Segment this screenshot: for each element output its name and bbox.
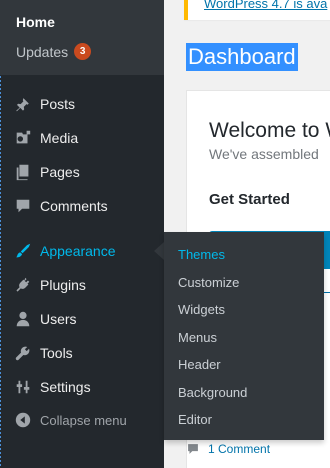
collapse-menu-button[interactable]: Collapse menu	[0, 403, 164, 437]
sidebar-item-label: Media	[40, 130, 79, 146]
updates-count-badge: 3	[74, 43, 92, 60]
submenu-updates-link[interactable]: Updates 3	[16, 43, 92, 60]
sidebar-item-pages[interactable]: Pages	[0, 155, 164, 189]
sidebar-item-label: Posts	[40, 96, 76, 112]
sidebar-item-label: Settings	[40, 379, 91, 395]
submenu-home-link[interactable]: Home	[16, 14, 55, 30]
activity-comment-link[interactable]: 1 Comment	[186, 442, 270, 456]
flyout-item-background[interactable]: Background	[178, 385, 247, 400]
sidebar-item-label: Pages	[40, 164, 80, 180]
flyout-item-themes[interactable]: Themes	[178, 247, 225, 262]
collapse-menu-label: Collapse menu	[40, 412, 127, 428]
paintbrush-icon	[12, 241, 34, 261]
sidebar-item-appearance[interactable]: Appearance	[0, 234, 164, 268]
sidebar-item-tools[interactable]: Tools	[0, 336, 164, 370]
update-notice: WordPress 4.7 is ava	[184, 0, 330, 20]
welcome-subtext: We've assembled	[209, 146, 319, 162]
sidebar-item-label: Appearance	[40, 243, 116, 259]
sidebar-item-media[interactable]: Media	[0, 121, 164, 155]
page-title: Dashboard	[186, 43, 298, 71]
collapse-arrow-icon	[12, 410, 34, 430]
flyout-item-widgets[interactable]: Widgets	[178, 302, 225, 317]
dashboard-submenu: Home Updates 3	[0, 0, 164, 75]
sidebar-item-label: Plugins	[40, 277, 86, 293]
updates-label: Updates	[16, 43, 69, 60]
update-notice-link[interactable]: WordPress 4.7 is ava	[204, 0, 327, 11]
sidebar-item-label: Tools	[40, 345, 73, 361]
sliders-icon	[12, 377, 34, 397]
get-started-heading: Get Started	[209, 191, 290, 208]
admin-sidebar: Home Updates 3 Posts Media Pages Comment…	[0, 0, 164, 468]
speech-bubble-icon	[12, 196, 34, 216]
user-icon	[12, 309, 34, 329]
flyout-item-editor[interactable]: Editor	[178, 412, 212, 427]
sidebar-item-label: Users	[40, 311, 77, 327]
appearance-flyout-menu: Themes Customize Widgets Menus Header Ba…	[164, 232, 324, 440]
partial-link[interactable]	[324, 292, 330, 293]
flyout-item-header[interactable]: Header	[178, 357, 221, 372]
plug-icon	[12, 275, 34, 295]
sidebar-item-users[interactable]: Users	[0, 302, 164, 336]
media-camera-icon	[12, 128, 34, 148]
pushpin-icon	[12, 94, 34, 114]
sidebar-item-label: Comments	[40, 198, 108, 214]
sidebar-item-plugins[interactable]: Plugins	[0, 268, 164, 302]
flyout-pointer	[154, 242, 164, 260]
sidebar-item-settings[interactable]: Settings	[0, 370, 164, 404]
welcome-heading: Welcome to W	[209, 119, 330, 142]
pages-icon	[12, 162, 34, 182]
sidebar-item-posts[interactable]: Posts	[0, 87, 164, 121]
flyout-item-customize[interactable]: Customize	[178, 275, 239, 290]
sidebar-item-comments[interactable]: Comments	[0, 189, 164, 223]
flyout-item-menus[interactable]: Menus	[178, 330, 217, 345]
comment-count-link[interactable]: 1 Comment	[208, 442, 270, 456]
wrench-icon	[12, 343, 34, 363]
comment-icon	[188, 444, 198, 454]
